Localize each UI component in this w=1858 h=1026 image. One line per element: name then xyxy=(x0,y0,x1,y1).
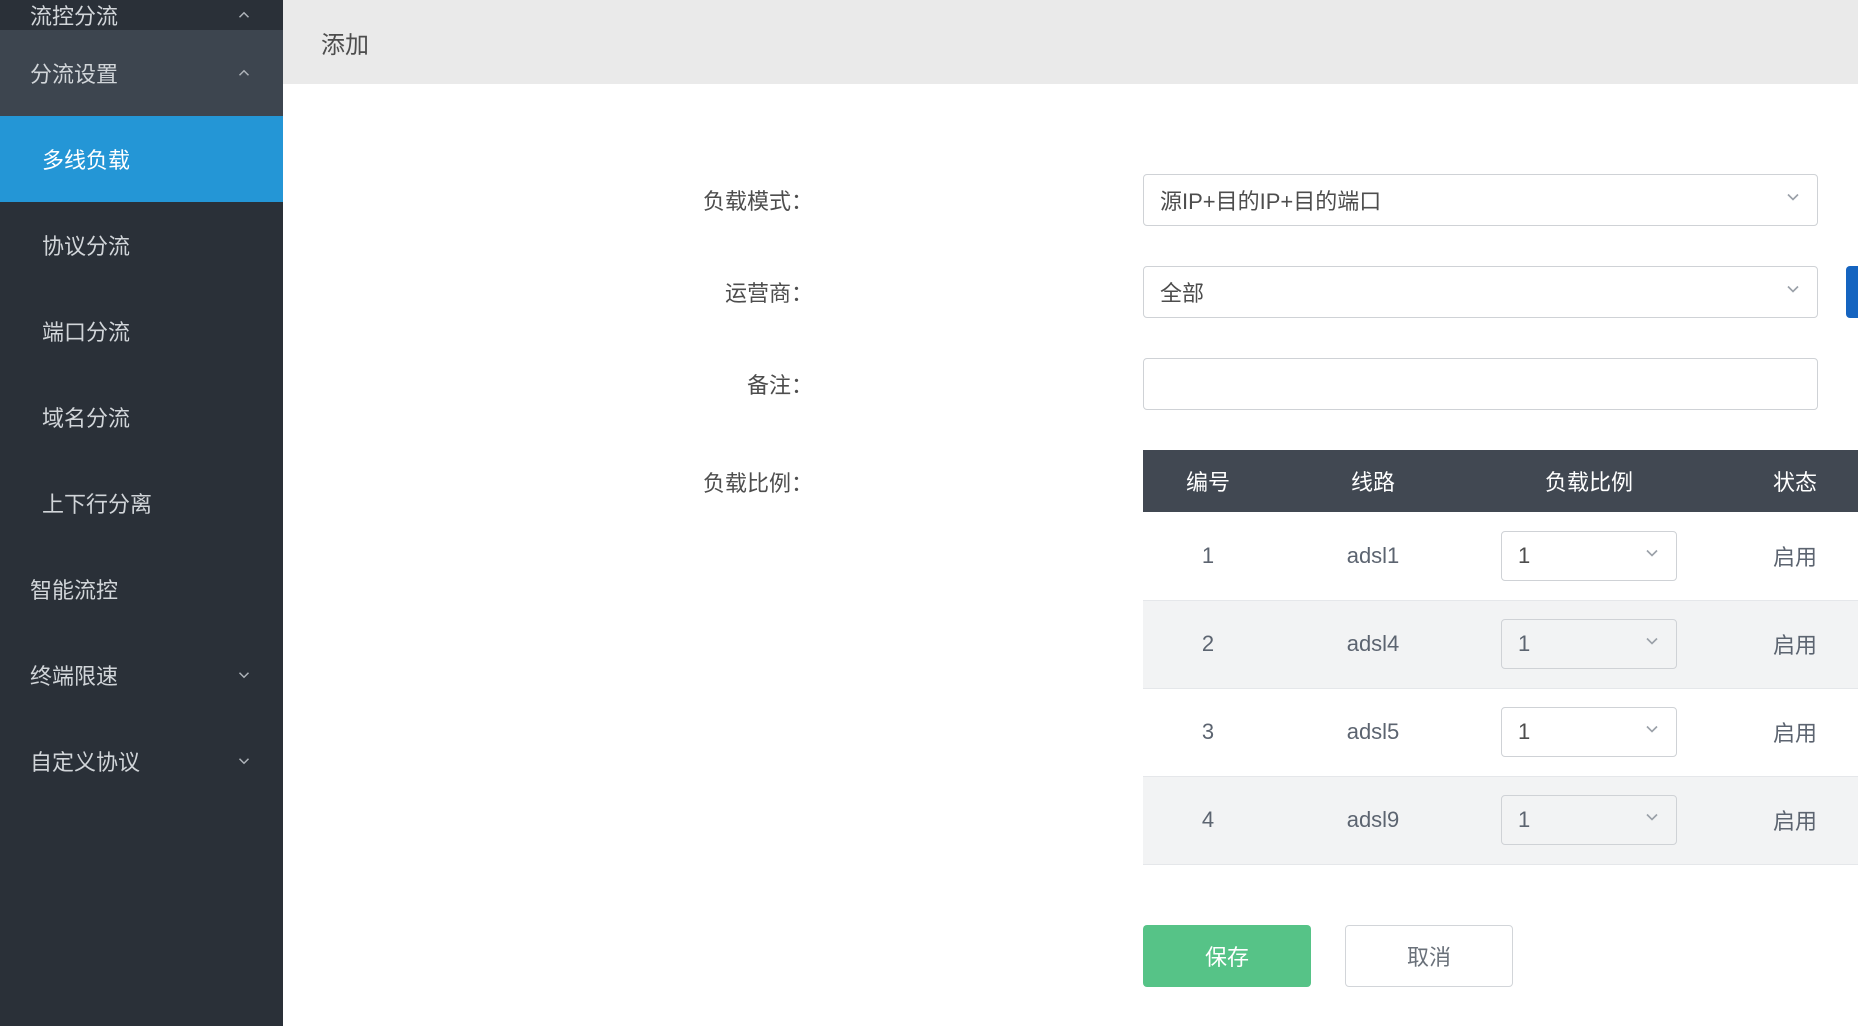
remark-input[interactable] xyxy=(1143,358,1818,410)
label-remark: 备注： xyxy=(283,368,813,400)
save-button[interactable]: 保存 xyxy=(1143,925,1311,987)
cell-line: adsl9 xyxy=(1273,776,1473,864)
chevron-down-icon xyxy=(235,752,253,770)
col-header-line: 线路 xyxy=(1273,450,1473,512)
sidebar-item-flow-control[interactable]: 流控分流 xyxy=(0,0,283,30)
col-header-status: 状态 xyxy=(1705,450,1858,512)
chevron-down-icon xyxy=(235,666,253,684)
table-body: 1adsl11启用关闭2adsl41启用关闭3adsl51启用关闭4adsl91… xyxy=(1143,512,1858,864)
isp-select[interactable]: 全部 xyxy=(1143,266,1818,318)
chevron-up-icon xyxy=(235,6,253,24)
chevron-down-icon xyxy=(1642,719,1662,745)
row-mode: 负载模式： 源IP+目的IP+目的端口 xyxy=(283,174,1858,226)
sidebar-sub-multi-load[interactable]: 多线负载 xyxy=(0,116,283,202)
sidebar-item-label: 端口分流 xyxy=(42,315,130,347)
ratio-table: 编号 线路 负载比例 状态 操作 1adsl11启用关闭2adsl41启用关闭3… xyxy=(1143,450,1858,865)
cell-num: 4 xyxy=(1143,776,1273,864)
sidebar-submenu-shunt: 多线负载 协议分流 端口分流 域名分流 上下行分离 xyxy=(0,116,283,546)
page-header: 添加 xyxy=(283,0,1858,84)
cell-status: 启用 xyxy=(1705,600,1858,688)
chevron-down-icon xyxy=(1642,807,1662,833)
label-mode: 负载模式： xyxy=(283,184,813,216)
row-remark: 备注： xyxy=(283,358,1858,410)
sidebar: 流控分流 分流设置 多线负载 协议分流 端口分流 域名分流 上下行分离 智能流控… xyxy=(0,0,283,1026)
ratio-select-value: 1 xyxy=(1518,719,1530,745)
label-isp: 运营商： xyxy=(283,276,813,308)
sidebar-sub-domain[interactable]: 域名分流 xyxy=(0,374,283,460)
col-header-num: 编号 xyxy=(1143,450,1273,512)
sidebar-item-label: 多线负载 xyxy=(42,143,130,175)
sidebar-item-terminal-limit[interactable]: 终端限速 xyxy=(0,632,283,718)
custom-isp-button[interactable]: 自定义运营商 xyxy=(1846,266,1858,318)
form-area: 负载模式： 源IP+目的IP+目的端口 运营商： 全部 xyxy=(283,84,1858,987)
chevron-up-icon xyxy=(235,64,253,82)
table-row: 3adsl51启用关闭 xyxy=(1143,688,1858,776)
ratio-select-value: 1 xyxy=(1518,807,1530,833)
sidebar-item-label: 流控分流 xyxy=(30,0,118,31)
mode-select[interactable]: 源IP+目的IP+目的端口 xyxy=(1143,174,1818,226)
sidebar-item-custom-protocol[interactable]: 自定义协议 xyxy=(0,718,283,804)
ratio-select[interactable]: 1 xyxy=(1501,531,1677,581)
sidebar-item-label: 智能流控 xyxy=(30,573,118,605)
sidebar-sub-updown[interactable]: 上下行分离 xyxy=(0,460,283,546)
chevron-down-icon xyxy=(1642,543,1662,569)
page-title: 添加 xyxy=(321,25,369,60)
cell-num: 3 xyxy=(1143,688,1273,776)
table-row: 2adsl41启用关闭 xyxy=(1143,600,1858,688)
cell-ratio: 1 xyxy=(1473,600,1705,688)
sidebar-sub-protocol[interactable]: 协议分流 xyxy=(0,202,283,288)
sidebar-item-label: 协议分流 xyxy=(42,229,130,261)
table-row: 1adsl11启用关闭 xyxy=(1143,512,1858,600)
mode-select-value: 源IP+目的IP+目的端口 xyxy=(1160,184,1381,216)
col-header-ratio: 负载比例 xyxy=(1473,450,1705,512)
sidebar-item-label: 域名分流 xyxy=(42,401,130,433)
button-label: 取消 xyxy=(1407,940,1451,972)
cell-ratio: 1 xyxy=(1473,512,1705,600)
sidebar-item-shunt-settings[interactable]: 分流设置 xyxy=(0,30,283,116)
sidebar-item-label: 自定义协议 xyxy=(30,745,140,777)
chevron-down-icon xyxy=(1783,187,1803,213)
main-content: 添加 负载模式： 源IP+目的IP+目的端口 运营商： 全部 xyxy=(283,0,1858,1026)
row-ratio: 负载比例： 编号 线路 负载比例 状态 操作 1adsl11启用关闭2adsl4… xyxy=(283,450,1858,865)
cell-line: adsl1 xyxy=(1273,512,1473,600)
ratio-select-value: 1 xyxy=(1518,543,1530,569)
row-isp: 运营商： 全部 自定义运营商 xyxy=(283,266,1858,318)
table-header-row: 编号 线路 负载比例 状态 操作 xyxy=(1143,450,1858,512)
ratio-select[interactable]: 1 xyxy=(1501,619,1677,669)
sidebar-sub-port[interactable]: 端口分流 xyxy=(0,288,283,374)
sidebar-item-smart-flow[interactable]: 智能流控 xyxy=(0,546,283,632)
sidebar-item-label: 上下行分离 xyxy=(42,487,152,519)
sidebar-item-label: 终端限速 xyxy=(30,659,118,691)
cell-status: 启用 xyxy=(1705,688,1858,776)
ratio-select[interactable]: 1 xyxy=(1501,707,1677,757)
cancel-button[interactable]: 取消 xyxy=(1345,925,1513,987)
ratio-select[interactable]: 1 xyxy=(1501,795,1677,845)
ratio-select-value: 1 xyxy=(1518,631,1530,657)
cell-line: adsl5 xyxy=(1273,688,1473,776)
cell-status: 启用 xyxy=(1705,512,1858,600)
cell-line: adsl4 xyxy=(1273,600,1473,688)
cell-num: 2 xyxy=(1143,600,1273,688)
isp-select-value: 全部 xyxy=(1160,276,1204,308)
label-ratio: 负载比例： xyxy=(283,450,813,498)
chevron-down-icon xyxy=(1783,279,1803,305)
cell-ratio: 1 xyxy=(1473,688,1705,776)
button-label: 保存 xyxy=(1205,940,1249,972)
cell-status: 启用 xyxy=(1705,776,1858,864)
sidebar-item-label: 分流设置 xyxy=(30,57,118,89)
cell-num: 1 xyxy=(1143,512,1273,600)
table-row: 4adsl91启用关闭 xyxy=(1143,776,1858,864)
chevron-down-icon xyxy=(1642,631,1662,657)
actions-row: 保存 取消 xyxy=(1143,925,1858,987)
cell-ratio: 1 xyxy=(1473,776,1705,864)
